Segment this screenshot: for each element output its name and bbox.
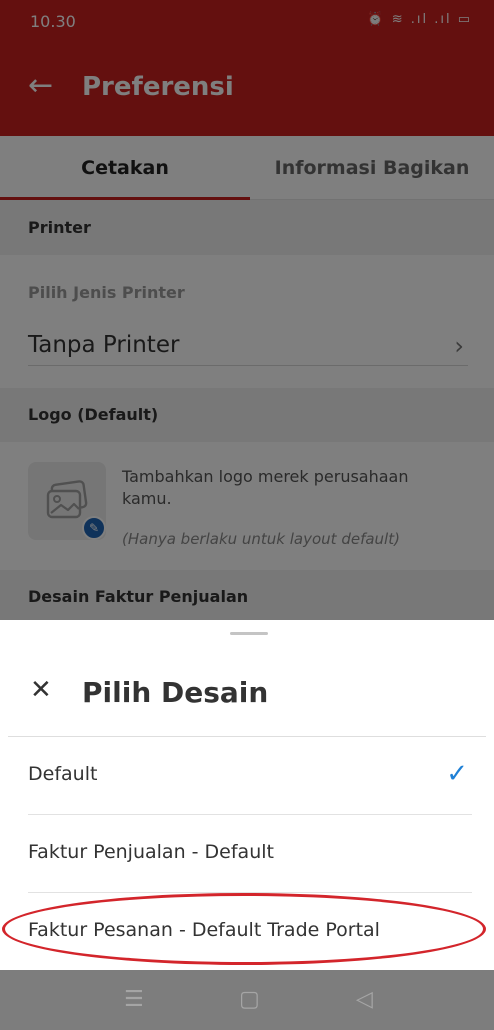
- back-icon[interactable]: ◁: [356, 982, 373, 1018]
- check-icon: ✓: [446, 759, 468, 789]
- home-icon[interactable]: ▢: [239, 982, 260, 1018]
- option-label: Faktur Penjualan - Default: [28, 841, 274, 863]
- option-label: Default: [28, 763, 98, 785]
- option-faktur-penjualan-default[interactable]: Faktur Penjualan - Default: [28, 815, 472, 893]
- menu-icon[interactable]: ☰: [124, 982, 144, 1018]
- sheet-title: Pilih Desain: [82, 676, 269, 709]
- close-icon[interactable]: ✕: [30, 674, 52, 706]
- drag-handle[interactable]: [230, 632, 268, 635]
- preferences-screen: 10.30 ⏰ ≋ .ıl .ıl ▭ ← Preferensi Cetakan…: [0, 0, 494, 620]
- design-picker-sheet: ✕ Pilih Desain Default ✓ Faktur Penjuala…: [0, 620, 494, 970]
- system-nav-bar: ☰ ▢ ◁: [0, 970, 494, 1030]
- dim-overlay[interactable]: [0, 0, 494, 620]
- option-default[interactable]: Default ✓: [28, 737, 472, 815]
- highlight-ellipse: [2, 893, 486, 965]
